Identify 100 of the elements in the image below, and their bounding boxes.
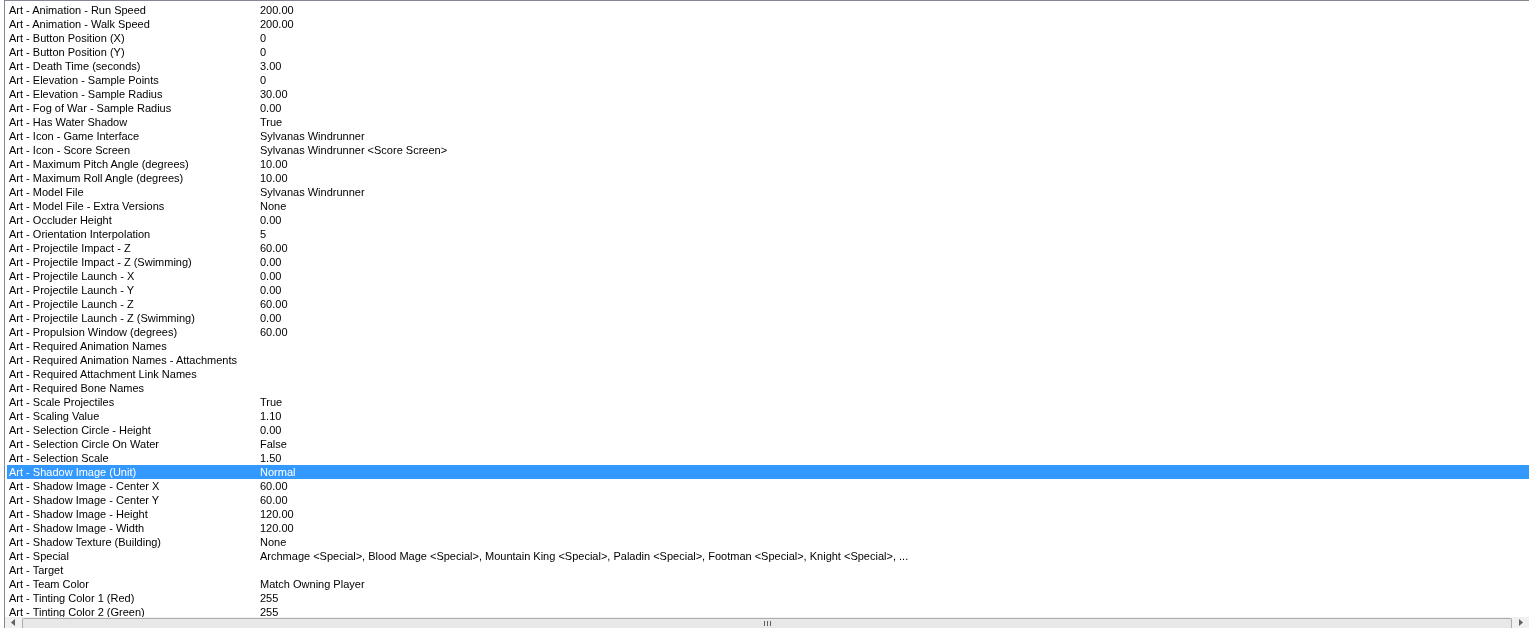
property-row[interactable]: Art - Projectile Launch - Z 60.00 [7, 297, 1529, 311]
property-value: 1.10 [260, 409, 282, 423]
property-value: 200.00 [260, 3, 294, 17]
property-name: Art - Projectile Launch - Z [8, 297, 135, 311]
right-arrow-icon [1519, 619, 1523, 626]
property-value: 0.00 [260, 423, 282, 437]
property-value: 60.00 [260, 325, 288, 339]
property-row[interactable]: Art - Projectile Launch - Y 0.00 [7, 283, 1529, 297]
property-row[interactable]: Art - Button Position (Y) 0 [7, 45, 1529, 59]
property-name: Art - Orientation Interpolation [8, 227, 152, 241]
property-row[interactable]: Art - Selection Scale 1.50 [7, 451, 1529, 465]
property-row[interactable]: Art - Animation - Run Speed 200.00 [7, 3, 1529, 17]
property-row[interactable]: Art - Icon - Score Screen Sylvanas Windrunner <Score Screen> [7, 143, 1529, 157]
property-value: 120.00 [260, 507, 294, 521]
property-row[interactable]: Art - Shadow Image - Width 120.00 [7, 521, 1529, 535]
property-value: 0.00 [260, 283, 282, 297]
property-value: Sylvanas Windrunner [260, 185, 365, 199]
property-name: Art - Shadow Image - Height [8, 507, 149, 521]
property-value: 0.00 [260, 311, 282, 325]
property-row[interactable]: Art - Has Water Shadow True [7, 115, 1529, 129]
property-name: Art - Required Animation Names [8, 339, 168, 353]
property-row[interactable]: Art - Propulsion Window (degrees) 60.00 [7, 325, 1529, 339]
property-row[interactable]: Art - Icon - Game Interface Sylvanas Windrunner [7, 129, 1529, 143]
property-name: Art - Icon - Game Interface [8, 129, 141, 143]
property-row[interactable]: Art - Maximum Pitch Angle (degrees) 10.00 [7, 157, 1529, 171]
property-row[interactable]: Art - Occluder Height 0.00 [7, 213, 1529, 227]
property-row[interactable]: Art - Special Archmage <Special>, Blood Mage <Special>, Mountain King <Special>, Paladin <Special>, Footman <Special>, Knight <Special>, ... [7, 549, 1529, 563]
property-name: Art - Death Time (seconds) [8, 59, 142, 73]
property-row[interactable]: Art - Shadow Image - Height 120.00 [7, 507, 1529, 521]
property-row[interactable]: Art - Elevation - Sample Radius 30.00 [7, 87, 1529, 101]
property-row[interactable]: Art - Projectile Launch - X 0.00 [7, 269, 1529, 283]
property-row[interactable]: Art - Fog of War - Sample Radius 0.00 [7, 101, 1529, 115]
property-row[interactable]: Art - Button Position (X) 0 [7, 31, 1529, 45]
property-value: None [260, 535, 287, 549]
property-row[interactable]: Art - Scale Projectiles True [7, 395, 1529, 409]
property-row[interactable]: Art - Maximum Roll Angle (degrees) 10.00 [7, 171, 1529, 185]
property-row[interactable]: Art - Tinting Color 1 (Red) 255 [7, 591, 1529, 605]
property-name: Art - Selection Circle On Water [8, 437, 160, 451]
property-name: Art - Selection Circle - Height [8, 423, 152, 437]
property-name: Art - Shadow Image (Unit) [8, 465, 138, 479]
property-value: 200.00 [260, 17, 294, 31]
property-name: Art - Animation - Run Speed [8, 3, 147, 17]
property-row[interactable]: Art - Required Attachment Link Names [7, 367, 1529, 381]
property-name: Art - Required Animation Names - Attachments [8, 353, 239, 367]
property-value: 30.00 [260, 87, 288, 101]
property-row[interactable]: Art - Model File - Extra Versions None [7, 199, 1529, 213]
property-value: 120.00 [260, 521, 294, 535]
property-name: Art - Projectile Impact - Z [8, 241, 132, 255]
property-row[interactable]: Art - Shadow Image - Center X 60.00 [7, 479, 1529, 493]
property-row[interactable]: Art - Projectile Impact - Z (Swimming) 0.00 [7, 255, 1529, 269]
property-value: 10.00 [260, 157, 288, 171]
property-row[interactable]: Art - Orientation Interpolation 5 [7, 227, 1529, 241]
property-name: Art - Elevation - Sample Radius [8, 87, 164, 101]
property-name: Art - Elevation - Sample Points [8, 73, 160, 87]
property-name: Art - Shadow Image - Width [8, 521, 146, 535]
property-row[interactable]: Art - Animation - Walk Speed 200.00 [7, 17, 1529, 31]
property-value: True [260, 115, 283, 129]
property-name: Art - Shadow Image - Center X [8, 479, 161, 493]
property-row[interactable]: Art - Selection Circle - Height 0.00 [7, 423, 1529, 437]
property-value: Sylvanas Windrunner <Score Screen> [260, 143, 448, 157]
left-arrow-icon [11, 619, 15, 626]
property-row[interactable]: Art - Model File Sylvanas Windrunner [7, 185, 1529, 199]
property-name: Art - Required Bone Names [8, 381, 146, 395]
property-value: 255 [260, 605, 279, 617]
scrollbar-thumb[interactable] [22, 618, 1512, 628]
property-row[interactable]: Art - Elevation - Sample Points 0 [7, 73, 1529, 87]
property-name: Art - Shadow Texture (Building) [8, 535, 163, 549]
property-value: False [260, 437, 287, 451]
property-value: 0.00 [260, 213, 282, 227]
property-value: 0.00 [260, 269, 282, 283]
property-name: Art - Model File - Extra Versions [8, 199, 166, 213]
property-name: Art - Model File [8, 185, 85, 199]
property-row[interactable]: Art - Shadow Image - Center Y 60.00 [7, 493, 1529, 507]
property-row[interactable]: Art - Projectile Impact - Z 60.00 [7, 241, 1529, 255]
property-value: 255 [260, 591, 279, 605]
property-value: True [260, 395, 283, 409]
property-row[interactable]: Art - Selection Circle On Water False [7, 437, 1529, 451]
property-row[interactable]: Art - Team Color Match Owning Player [7, 577, 1529, 591]
property-value: 60.00 [260, 479, 288, 493]
property-value: 0.00 [260, 101, 282, 115]
property-value: 5 [260, 227, 267, 241]
property-name: Art - Fog of War - Sample Radius [8, 101, 173, 115]
property-value: 3.00 [260, 59, 282, 73]
property-name: Art - Selection Scale [8, 451, 110, 465]
property-row[interactable]: Art - Required Bone Names [7, 381, 1529, 395]
property-row[interactable]: Art - Shadow Texture (Building) None [7, 535, 1529, 549]
property-row[interactable]: Art - Death Time (seconds) 3.00 [7, 59, 1529, 73]
property-name: Art - Projectile Impact - Z (Swimming) [8, 255, 193, 269]
property-row[interactable]: Art - Scaling Value 1.10 [7, 409, 1529, 423]
property-row[interactable]: Art - Target [7, 563, 1529, 577]
property-value: Archmage <Special>, Blood Mage <Special>, Mountain King <Special>, Paladin <Special>, Footman <Special>, Knight <Special>, ... [260, 549, 909, 563]
property-row[interactable]: Art - Required Animation Names - Attachments [7, 353, 1529, 367]
property-value: 60.00 [260, 241, 288, 255]
property-name: Art - Has Water Shadow [8, 115, 129, 129]
property-name: Art - Scaling Value [8, 409, 101, 423]
property-row[interactable]: Art - Required Animation Names [7, 339, 1529, 353]
property-row[interactable]: Art - Projectile Launch - Z (Swimming) 0.00 [7, 311, 1529, 325]
property-name: Art - Projectile Launch - X [8, 269, 136, 283]
property-name: Art - Required Attachment Link Names [8, 367, 198, 381]
property-value: 60.00 [260, 297, 288, 311]
